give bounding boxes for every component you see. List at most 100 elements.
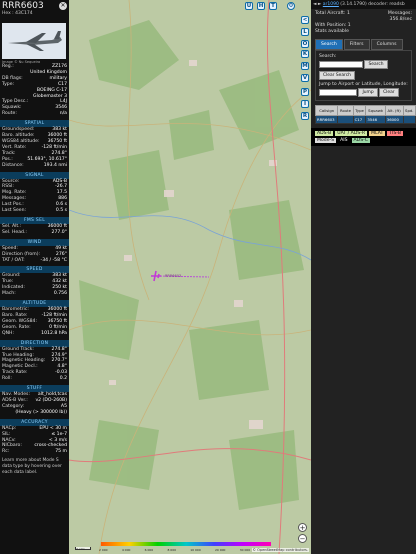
sidebar: ◄ ► ar1090 (3.14.1790) decoder: readsb T…	[311, 0, 416, 554]
settings-gear-icon[interactable]: ⚙	[287, 2, 295, 10]
legend-item: TIS-B	[387, 131, 404, 136]
close-icon[interactable]: ✕	[59, 2, 67, 10]
detail-label: Reg.:	[2, 64, 14, 69]
toggle-k-button[interactable]: K	[301, 50, 309, 58]
detail-label: Rc:	[2, 449, 10, 455]
detail-value: (Heavy (> 300000 lb))	[15, 409, 67, 415]
toggle-t-button[interactable]: T	[269, 2, 277, 10]
column-type[interactable]: Type	[352, 105, 367, 116]
toggle-i-button[interactable]: I	[301, 100, 309, 108]
toggle-r-button[interactable]: R	[301, 112, 309, 120]
total-aircraft: Total Aircraft: 1	[315, 11, 350, 16]
detail-row: Roll: 0.2	[0, 376, 69, 382]
detail-row: Last Seen: 0.5 s	[0, 208, 69, 214]
section-title[interactable]: STUFF	[0, 385, 69, 393]
detail-row: Rc: 75 m	[0, 449, 69, 455]
footer-note: Learn more about Mode S data type by hov…	[2, 458, 62, 476]
search-button[interactable]: Search	[364, 60, 388, 69]
detail-value: 75 m	[55, 449, 67, 455]
tab-columns[interactable]: Columns	[370, 39, 403, 50]
tab-filters[interactable]: Filters	[343, 39, 370, 50]
sidebar-tabs: Search Filters Columns	[315, 39, 412, 50]
detail-value: 193.4 nmi	[43, 162, 67, 168]
detail-value: -34 / -58 °C	[40, 257, 67, 263]
section-title[interactable]: WIND	[0, 238, 69, 246]
legend-item: UAT / ADS-R	[335, 131, 368, 136]
hex-code: Hex : 43C174	[2, 11, 33, 16]
aircraft-table: Callsign Route Type Squawk Alt. (ft) Spd…	[314, 105, 416, 124]
altitude-label: 20 000	[214, 548, 226, 552]
section-title[interactable]: DIRECTION	[0, 339, 69, 347]
detail-label: Roll:	[2, 376, 12, 382]
zoom-out-button[interactable]: −	[298, 534, 307, 543]
legend-item: Mode-S	[315, 138, 337, 143]
map-view[interactable]: RRR6603 U H T ⚙ < L O K M V P I R + − 2 …	[69, 0, 311, 554]
aircraft-info-panel: RRR6603 Hex : 43C174 ✕ Image © Nu Sequei…	[0, 0, 69, 554]
cell-route	[337, 115, 354, 124]
cell-speed	[402, 115, 416, 124]
aircraft-photo[interactable]	[2, 23, 66, 59]
airplane-icon	[151, 270, 161, 282]
toggle-o-button[interactable]: O	[301, 40, 309, 48]
section-title[interactable]: ACCURACY	[0, 418, 69, 426]
toggle-p-button[interactable]: P	[301, 88, 309, 96]
toggle-m-button[interactable]: M	[301, 62, 309, 70]
tab-search[interactable]: Search	[315, 39, 343, 50]
version-text: (3.14.1790) decoder: readsb	[340, 2, 405, 7]
detail-row: Route: n/a	[0, 111, 69, 117]
clear-button[interactable]: Clear	[379, 88, 399, 97]
legend-item: ADS-C	[351, 138, 370, 143]
version-link[interactable]: ar1090	[323, 2, 339, 7]
altitude-label: 30 000	[239, 548, 251, 552]
detail-label: TAT / OAT:	[2, 257, 25, 263]
detail-label: Sel. Head.:	[2, 229, 27, 235]
cell-callsign: RRR6603	[314, 115, 339, 124]
toggle-v-button[interactable]: V	[301, 74, 309, 82]
cell-type: C17	[352, 115, 367, 124]
detail-label: Last Seen:	[2, 208, 27, 214]
section-title[interactable]: FMS SEL	[0, 216, 69, 224]
detail-row: QNH: 1012.8 hPa	[0, 331, 69, 337]
column-route[interactable]: Route	[337, 105, 354, 116]
detail-row: TAT / OAT: -34 / -58 °C	[0, 258, 69, 264]
sidebar-toggle-arrows[interactable]: ◄ ►	[313, 2, 321, 7]
map-attribution[interactable]: © OpenStreetMap contributors.	[251, 548, 309, 552]
altitude-label: 4 000	[121, 548, 131, 552]
detail-value: 277.0°	[51, 229, 67, 235]
jump-button[interactable]: Jump	[358, 88, 378, 97]
search-panel: Search: Search Clear Search Jump to Airp…	[315, 50, 412, 101]
table-row[interactable]: RRR6603 C17 3546 36000	[314, 115, 416, 124]
toggle-l-button[interactable]: L	[301, 28, 309, 36]
detail-label: Mach:	[2, 291, 16, 297]
column-altitude[interactable]: Alt. (ft)	[384, 105, 404, 116]
detail-value: n/a	[59, 111, 67, 117]
detail-row: Distance: 193.4 nmi	[0, 163, 69, 169]
detail-row: Sel. Head.: 277.0°	[0, 230, 69, 236]
search-input[interactable]	[319, 61, 363, 68]
detail-value: 0.2	[59, 376, 67, 382]
table-header-row: Callsign Route Type Squawk Alt. (ft) Spd…	[314, 105, 416, 116]
legend-item: MLAT	[369, 131, 386, 136]
aircraft-marker[interactable]	[150, 270, 162, 282]
toggle-h-button[interactable]: H	[257, 2, 265, 10]
detail-label: QNH:	[2, 330, 15, 336]
panel-collapse-button[interactable]: <	[301, 16, 309, 24]
aircraft-details: Reg.: ZZ176 United Kingdom DB flags: militar…	[0, 64, 69, 117]
clear-search-button[interactable]: Clear Search	[319, 71, 355, 80]
altitude-label: 2 000	[99, 548, 108, 552]
jump-label: Jump to Airport or Latitude, Longitude:	[319, 82, 408, 87]
column-callsign[interactable]: Callsign	[314, 105, 339, 116]
cell-squawk: 3546	[365, 115, 386, 124]
altitude-colorbar	[101, 542, 271, 546]
column-squawk[interactable]: Squawk	[365, 105, 386, 116]
column-speed[interactable]: Spd.	[402, 105, 416, 116]
toggle-u-button[interactable]: U	[245, 2, 253, 10]
airplane-image-icon	[2, 23, 66, 59]
stats-available: Stats available	[315, 29, 349, 34]
cell-altitude: 36000	[384, 115, 404, 124]
detail-label: Type:	[2, 81, 15, 87]
zoom-in-button[interactable]: +	[298, 523, 307, 532]
jump-input[interactable]	[319, 89, 357, 96]
map-canvas	[69, 0, 311, 554]
section-title[interactable]: SIGNAL	[0, 171, 69, 179]
